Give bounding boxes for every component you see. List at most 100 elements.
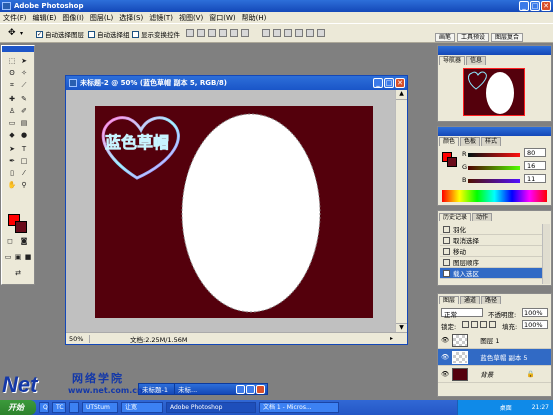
menu-layer[interactable]: 图层(L) <box>90 13 113 23</box>
status-menu-arrow-icon[interactable]: ▸ <box>390 335 393 342</box>
move-tool-icon[interactable]: ✥ <box>8 28 16 38</box>
distribute-left-icon[interactable] <box>295 29 303 37</box>
g-value[interactable]: 16 <box>524 161 546 170</box>
minimize-button[interactable]: _ <box>519 1 529 11</box>
tray-desktop-label[interactable]: 桌面 <box>500 403 512 412</box>
maximize-button[interactable]: □ <box>530 1 540 11</box>
blend-mode-select[interactable]: 正常 <box>441 308 483 319</box>
eye-icon[interactable]: 👁 <box>441 370 449 378</box>
task-button[interactable]: Q <box>39 402 49 413</box>
menu-filter[interactable]: 滤镜(T) <box>149 13 173 23</box>
brush-tool-icon[interactable]: ✎ <box>19 94 29 104</box>
task-button[interactable]: 让宽 <box>121 402 163 413</box>
dodge-tool-icon[interactable]: ● <box>19 130 29 140</box>
tab-paths[interactable]: 路径 <box>481 296 502 304</box>
history-item[interactable]: 取消选择 <box>440 235 543 246</box>
standard-screen-mode-icon[interactable]: ▭ <box>3 252 13 262</box>
menu-select[interactable]: 选择(S) <box>119 13 143 23</box>
eraser-tool-icon[interactable]: ▭ <box>7 118 17 128</box>
tab-history[interactable]: 历史记录 <box>439 213 472 221</box>
quick-mask-off-icon[interactable]: ◻ <box>5 236 15 246</box>
quick-mask-on-icon[interactable]: ◙ <box>19 236 29 246</box>
vertical-scrollbar[interactable]: ▲ ▼ <box>395 90 407 333</box>
menu-file[interactable]: 文件(F) <box>3 13 27 23</box>
pen-tool-icon[interactable]: ✒ <box>7 156 17 166</box>
align-top-icon[interactable] <box>186 29 194 37</box>
doc-maximize-button[interactable]: □ <box>384 78 394 88</box>
eye-icon[interactable]: 👁 <box>441 353 449 361</box>
menu-window[interactable]: 窗口(W) <box>209 13 235 23</box>
layer-row[interactable]: 👁 图层 1 <box>438 332 551 349</box>
menu-edit[interactable]: 编辑(E) <box>33 13 57 23</box>
tab-styles[interactable]: 样式 <box>481 137 502 146</box>
clone-stamp-tool-icon[interactable]: ♙ <box>7 106 17 116</box>
minimized-window-2[interactable]: 未标... <box>174 383 268 395</box>
magic-wand-tool-icon[interactable]: ✧ <box>19 68 29 78</box>
history-item-selected[interactable]: 载入选区 <box>440 268 543 279</box>
distribute-bottom-icon[interactable] <box>284 29 292 37</box>
slice-tool-icon[interactable]: ⟋ <box>19 80 29 90</box>
crop-tool-icon[interactable]: ⌗ <box>7 80 17 90</box>
healing-brush-tool-icon[interactable]: ✚ <box>7 94 17 104</box>
task-button[interactable]: UTStum <box>82 402 118 413</box>
distribute-vcenter-icon[interactable] <box>273 29 281 37</box>
color-ramp[interactable] <box>442 190 547 202</box>
menu-image[interactable]: 图像(I) <box>62 13 84 23</box>
color-bg-swatch[interactable] <box>447 157 457 167</box>
task-button[interactable] <box>69 402 79 413</box>
doc-close-button[interactable]: ✕ <box>395 78 405 88</box>
palette-well-tab-brushes[interactable]: 画笔 <box>435 33 456 42</box>
jump-to-imageready-icon[interactable]: ⇄ <box>13 268 23 278</box>
document-title-bar[interactable]: 未标题-2 @ 50% (蓝色草帽 副本 5, RGB/8) _ □ ✕ <box>66 76 407 90</box>
distribute-right-icon[interactable] <box>317 29 325 37</box>
align-left-icon[interactable] <box>219 29 227 37</box>
color-palette-title[interactable] <box>438 127 551 136</box>
type-tool-icon[interactable]: T <box>19 144 29 154</box>
history-item[interactable]: 图层顺序 <box>440 257 543 268</box>
canvas-area[interactable]: 蓝色草帽 <box>66 90 395 333</box>
tab-navigator[interactable]: 导航器 <box>439 56 466 65</box>
b-slider[interactable] <box>468 179 520 183</box>
distribute-top-icon[interactable] <box>262 29 270 37</box>
auto-select-layer-checkbox[interactable]: ✓ 自动选择图层 <box>36 29 84 39</box>
history-brush-tool-icon[interactable]: ✐ <box>19 106 29 116</box>
auto-select-group-checkbox[interactable]: 自动选择组 <box>88 29 130 39</box>
menu-view[interactable]: 视图(V) <box>179 13 203 23</box>
lock-all-icon[interactable] <box>489 321 496 328</box>
tab-layers[interactable]: 图层 <box>439 296 460 304</box>
canvas[interactable]: 蓝色草帽 <box>95 106 373 318</box>
hand-tool-icon[interactable]: ✋ <box>7 180 17 190</box>
doc-minimize-button[interactable]: _ <box>373 78 383 88</box>
task-button[interactable]: TC <box>52 402 66 413</box>
layer-row[interactable]: 👁 背景 🔒 <box>438 366 551 383</box>
history-scrollbar[interactable] <box>542 224 550 284</box>
zoom-tool-icon[interactable]: ⚲ <box>19 180 29 190</box>
history-item[interactable]: 羽化 <box>440 224 543 235</box>
g-slider[interactable] <box>468 166 520 170</box>
start-button[interactable]: 开始 <box>0 400 36 415</box>
path-selection-tool-icon[interactable]: ➤ <box>7 144 17 154</box>
lock-position-icon[interactable] <box>480 321 487 328</box>
tab-info[interactable]: 信息 <box>466 56 487 65</box>
navigator-thumbnail[interactable] <box>463 68 525 116</box>
lasso-tool-icon[interactable]: ʘ <box>7 68 17 78</box>
eyedropper-tool-icon[interactable]: ⁄ <box>19 168 29 178</box>
full-screen-mode-icon[interactable]: ■ <box>23 252 33 262</box>
scroll-up-icon[interactable]: ▲ <box>396 90 407 100</box>
b-value[interactable]: 11 <box>524 174 546 183</box>
maximize-button[interactable] <box>246 385 255 394</box>
app-title-bar[interactable]: Adobe Photoshop _ □ ✕ <box>0 0 553 12</box>
lock-pixels-icon[interactable] <box>471 321 478 328</box>
restore-button[interactable] <box>236 385 245 394</box>
tab-swatches[interactable]: 色板 <box>460 137 481 146</box>
notes-tool-icon[interactable]: ▯ <box>7 168 17 178</box>
eye-icon[interactable]: 👁 <box>441 336 449 344</box>
tab-color[interactable]: 颜色 <box>439 137 460 146</box>
align-vcenter-icon[interactable] <box>197 29 205 37</box>
align-right-icon[interactable] <box>241 29 249 37</box>
tool-preset-arrow-icon[interactable]: ▾ <box>20 30 23 37</box>
marquee-tool-icon[interactable]: ⬚ <box>7 56 17 66</box>
palette-well-tab-layer-comps[interactable]: 图层复合 <box>491 33 524 42</box>
distribute-hcenter-icon[interactable] <box>306 29 314 37</box>
menu-help[interactable]: 帮助(H) <box>242 13 267 23</box>
